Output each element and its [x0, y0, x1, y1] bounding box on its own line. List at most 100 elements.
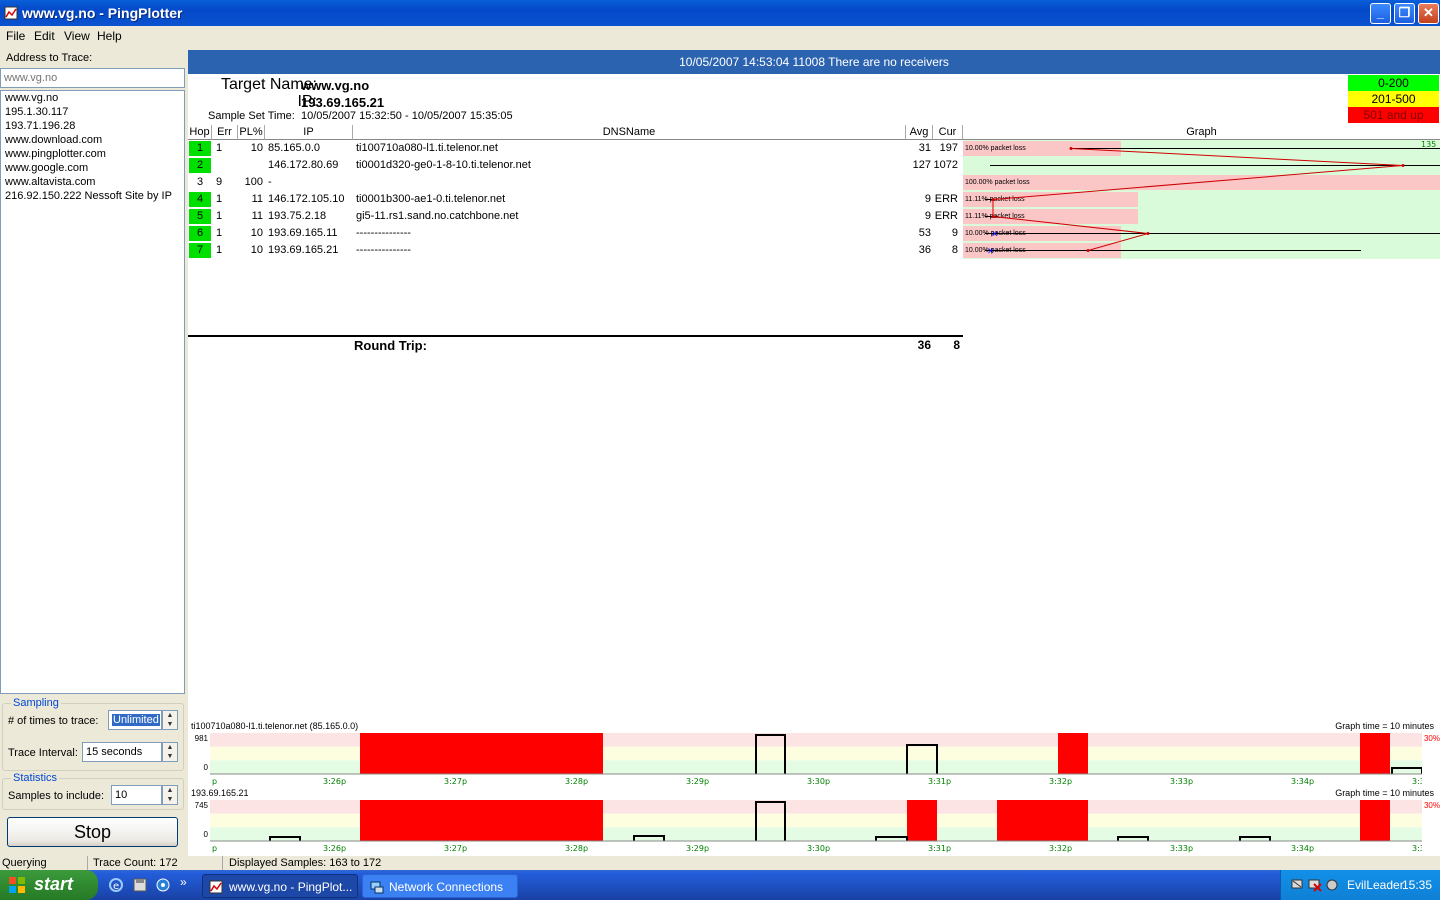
taskbar-pingplotter-label: www.vg.no - PingPlot... [229, 880, 353, 894]
network-disconnected-icon[interactable] [1308, 878, 1322, 892]
spin-up-icon[interactable]: ▲ [163, 743, 177, 752]
sampling-title: Sampling [11, 697, 61, 709]
time-tick-label: 3:29p [686, 777, 709, 786]
time-tick-label: 3:28p [565, 777, 588, 786]
hop-avg: 31 [918, 142, 931, 154]
left-panel: Address to Trace: www.vg.no 195.1.30.117… [0, 46, 186, 694]
target-name-label: Target Name: [220, 76, 317, 93]
time-tick-label: p [212, 844, 217, 853]
pingplotter-app-icon [4, 6, 18, 20]
hop-pl: 100 [244, 176, 263, 188]
history-item[interactable]: www.vg.no [1, 91, 184, 105]
hop-avg: 36 [918, 244, 931, 256]
menu-help[interactable]: Help [97, 29, 122, 43]
restore-button[interactable]: ❐ [1394, 3, 1415, 24]
hop-avg: 127 [912, 159, 931, 171]
status-bar: Querying Trace Count: 172 Displayed Samp… [0, 856, 1440, 870]
col-ip[interactable]: IP [265, 125, 353, 140]
internet-explorer-icon[interactable]: e [108, 877, 124, 893]
trace-interval-spinner[interactable]: ▲ ▼ [162, 742, 178, 762]
time-tick-label: 3:33p [1170, 844, 1193, 853]
network-icon [370, 881, 384, 894]
packet-loss-block [907, 800, 937, 841]
col-cur[interactable]: Cur [933, 125, 963, 140]
packet-loss-block [1058, 733, 1088, 774]
media-icon[interactable] [155, 877, 171, 893]
trace-interval-input[interactable]: 15 seconds [82, 742, 162, 762]
tray-clock[interactable]: 15:35 [1402, 878, 1432, 892]
hop-cur: ERR [934, 193, 958, 205]
history-item[interactable]: www.altavista.com [1, 175, 184, 189]
spin-up-icon[interactable]: ▲ [163, 786, 177, 795]
time-graph-2-duration: Graph time = 10 minutes [1335, 788, 1434, 798]
hop-ip: 193.69.165.21 [268, 244, 339, 256]
col-pl[interactable]: PL% [238, 125, 265, 140]
round-trip-avg: 36 [917, 338, 931, 352]
time-graph-2-title: 193.69.165.21 [191, 788, 249, 798]
spin-down-icon[interactable]: ▼ [163, 752, 177, 761]
packet-loss-block [1360, 733, 1390, 774]
history-item[interactable]: 193.71.196.28 [1, 119, 184, 133]
security-tray-icon[interactable] [1325, 878, 1339, 892]
time-graph-1-ymax: 981 [194, 734, 208, 743]
status-trace-count: Trace Count: 172 [91, 856, 223, 870]
round-trip-divider [188, 335, 963, 337]
hop-number: 1 [189, 141, 211, 156]
col-err[interactable]: Err [212, 125, 238, 140]
time-tick-label: p [212, 777, 217, 786]
spin-down-icon[interactable]: ▼ [163, 795, 177, 804]
menu-edit[interactable]: Edit [34, 29, 55, 43]
hop-number: 6 [189, 226, 211, 241]
history-item[interactable]: 195.1.30.117 [1, 105, 184, 119]
col-hop[interactable]: Hop [188, 125, 212, 140]
col-dnsname[interactable]: DNSName [353, 125, 906, 140]
col-avg[interactable]: Avg [906, 125, 933, 140]
windows-flag-icon [9, 877, 25, 893]
history-item[interactable]: www.download.com [1, 133, 184, 147]
close-button[interactable]: ✕ [1418, 3, 1439, 24]
legend-201-500: 201-500 [1348, 91, 1439, 107]
hop-pl: 11 [251, 210, 263, 222]
status-state: Querying [0, 856, 88, 870]
samples-spinner[interactable]: ▲ ▼ [162, 785, 178, 805]
hop-dns [356, 174, 896, 191]
menu-view[interactable]: View [64, 29, 90, 43]
time-graphs-panel: ti100710a080-l1.ti.telenor.net (85.165.0… [188, 718, 1440, 856]
average-point [991, 198, 995, 201]
history-item[interactable]: 216.92.150.222 Nessoft Site by IP [1, 189, 184, 203]
sample-set-time-value: 10/05/2007 15:32:50 - 10/05/2007 15:35:0… [301, 110, 513, 122]
packet-loss-block [997, 800, 1088, 841]
samples-to-include-input[interactable]: 10 [111, 785, 162, 805]
hop-err: 1 [216, 142, 223, 154]
history-item[interactable]: www.google.com [1, 161, 184, 175]
col-graph[interactable]: Graph [963, 125, 1440, 140]
spin-up-icon[interactable]: ▲ [163, 711, 177, 720]
times-to-trace-spinner[interactable]: ▲ ▼ [162, 710, 178, 730]
network-tray-icon[interactable] [1291, 878, 1305, 892]
spin-down-icon[interactable]: ▼ [163, 720, 177, 729]
time-graph-2[interactable]: p 3:26p 3:27p 3:28p 3:29p 3:30p 3:31p 3:32p 3:33… [210, 800, 1422, 856]
start-button[interactable]: start [0, 870, 98, 900]
minimize-button[interactable]: _ [1370, 3, 1391, 24]
time-graph-1-ymin: 0 [203, 763, 208, 772]
time-graph-1[interactable]: p 3:26p 3:27p 3:28p 3:29p 3:30p 3:31p 3:32p 3:33… [210, 733, 1422, 789]
time-tick-label: 3:34p [1291, 844, 1314, 853]
address-history-list[interactable]: www.vg.no 195.1.30.117 193.71.196.28 www… [0, 90, 185, 694]
taskbar-network-connections[interactable]: Network Connections [362, 874, 518, 898]
history-item[interactable]: www.pingplotter.com [1, 147, 184, 161]
save-icon[interactable] [132, 877, 148, 893]
hop-pl: 10 [250, 227, 263, 239]
taskbar-pingplotter[interactable]: www.vg.no - PingPlot... [202, 874, 358, 898]
hop-dns: ti0001b300-ae1-0.ti.telenor.net [356, 193, 506, 205]
hop-avg: 9 [924, 210, 931, 222]
address-input[interactable] [0, 68, 185, 88]
stop-button[interactable]: Stop [7, 817, 178, 847]
chevron-right-icon[interactable]: » [180, 875, 187, 889]
time-tick-label: 3:35 [1412, 844, 1422, 853]
menu-file[interactable]: File [6, 29, 25, 43]
times-to-trace-input[interactable]: Unlimited [108, 710, 162, 730]
time-graph-1-title: ti100710a080-l1.ti.telenor.net (85.165.0… [191, 721, 359, 731]
packet-loss-block [1360, 800, 1390, 841]
hop-dns: --------------- [356, 227, 411, 239]
hop-number: 4 [189, 192, 211, 207]
